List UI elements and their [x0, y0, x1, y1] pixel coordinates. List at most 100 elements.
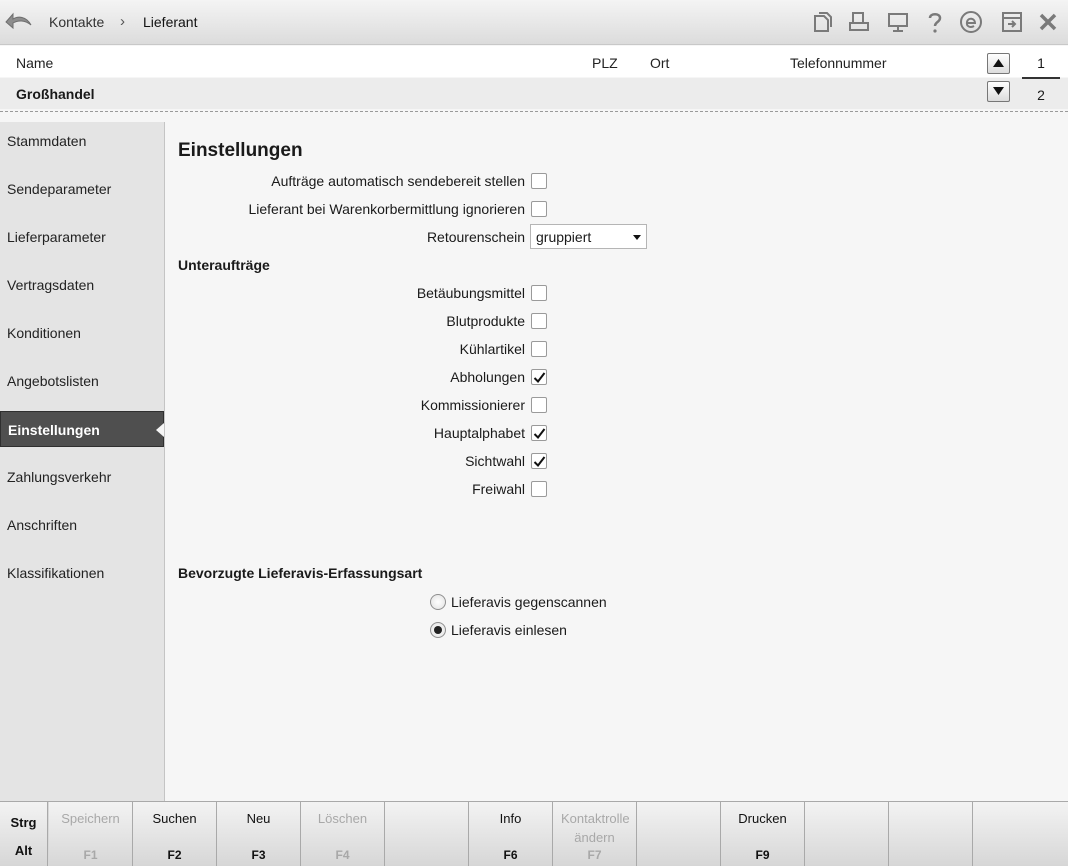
- checkbox-abholungen[interactable]: [531, 369, 547, 385]
- fkey-label: Suchen: [152, 811, 197, 826]
- label-blutprodukte: Blutprodukte: [446, 313, 525, 329]
- retourenschein-value: gruppiert: [536, 229, 592, 245]
- f11-empty-button[interactable]: [889, 802, 973, 866]
- fkey-label: Info: [499, 811, 522, 826]
- function-key-bar: Strg Alt Speichern F1 Suchen F2 Neu F3 L…: [0, 801, 1068, 866]
- label-kuehlartikel: Kühlartikel: [459, 341, 525, 357]
- main-panel: Einstellungen Aufträge automatisch sende…: [166, 122, 1068, 801]
- sidebar-item-einstellungen[interactable]: Einstellungen: [0, 411, 164, 447]
- fkey-label: Neu: [246, 811, 271, 826]
- label-freiwahl: Freiwahl: [472, 481, 525, 497]
- monitor-icon[interactable]: [886, 10, 910, 34]
- checkbox-kuehlartikel[interactable]: [531, 341, 547, 357]
- f12-empty-button[interactable]: [973, 802, 1068, 866]
- retourenschein-label: Retourenschein: [426, 229, 525, 245]
- f1-speichern-button[interactable]: Speichern F1: [49, 802, 133, 866]
- radio-label-gegenscannen: Lieferavis gegenscannen: [451, 594, 607, 610]
- window-icon[interactable]: [1000, 10, 1024, 34]
- f8-empty-button[interactable]: [637, 802, 721, 866]
- unterauftraege-heading: Unteraufträge: [178, 257, 270, 273]
- fkey-key: F6: [503, 848, 518, 862]
- help-icon[interactable]: [923, 10, 947, 34]
- f10-empty-button[interactable]: [805, 802, 889, 866]
- breadcrumb-kontakte[interactable]: Kontakte: [49, 14, 104, 30]
- sidebar-item-stammdaten[interactable]: Stammdaten: [0, 123, 164, 159]
- checkmark-icon: [533, 456, 546, 468]
- f7-kontaktrolle-button[interactable]: Kontaktrolle ändern F7: [553, 802, 637, 866]
- divider: [0, 111, 1068, 112]
- checkbox-freiwahl[interactable]: [531, 481, 547, 497]
- copy-icon[interactable]: [810, 10, 834, 34]
- label-sichtwahl: Sichtwahl: [465, 453, 525, 469]
- dropdown-arrow-icon: [633, 235, 641, 240]
- row-name: Großhandel: [16, 86, 95, 102]
- fkey-label: Speichern: [61, 811, 120, 826]
- selected-row[interactable]: Großhandel: [0, 78, 1068, 109]
- column-header-telefon[interactable]: Telefonnummer: [790, 55, 887, 71]
- sidebar-item-angebotslisten[interactable]: Angebotslisten: [0, 363, 164, 399]
- checkbox-kommissionierer[interactable]: [531, 397, 547, 413]
- f9-drucken-button[interactable]: Drucken F9: [721, 802, 805, 866]
- page-number-1[interactable]: 1: [1022, 55, 1060, 79]
- f3-neu-button[interactable]: Neu F3: [217, 802, 301, 866]
- checkbox-auto-send[interactable]: [531, 173, 547, 189]
- f4-loeschen-button[interactable]: Löschen F4: [301, 802, 385, 866]
- column-header-ort[interactable]: Ort: [650, 55, 669, 71]
- fkey-key: F9: [755, 848, 770, 862]
- modifier-top: Strg: [10, 815, 37, 830]
- scroll-up-button[interactable]: [987, 53, 1010, 74]
- sidebar-item-anschriften[interactable]: Anschriften: [0, 507, 164, 543]
- fkey-key: F4: [335, 848, 350, 862]
- f6-info-button[interactable]: Info F6: [469, 802, 553, 866]
- label-abholungen: Abholungen: [450, 369, 525, 385]
- sidebar-item-konditionen[interactable]: Konditionen: [0, 315, 164, 351]
- scroll-down-button[interactable]: [987, 81, 1010, 102]
- fkey-key: F3: [251, 848, 266, 862]
- modifier-keys[interactable]: Strg Alt: [0, 802, 48, 866]
- label-kommissionierer: Kommissionierer: [420, 397, 525, 413]
- sidebar: Stammdaten Sendeparameter Lieferparamete…: [0, 122, 165, 801]
- list-header: Name PLZ Ort Telefonnummer: [0, 46, 1068, 77]
- sidebar-item-lieferparameter[interactable]: Lieferparameter: [0, 219, 164, 255]
- radio-button-gegenscannen[interactable]: [430, 594, 446, 610]
- fkey-key: F1: [83, 848, 98, 862]
- f2-suchen-button[interactable]: Suchen F2: [133, 802, 217, 866]
- fkey-key: F7: [587, 848, 602, 862]
- triangle-down-icon: [993, 87, 1004, 95]
- column-header-name[interactable]: Name: [16, 55, 53, 71]
- radio-button-einlesen[interactable]: [430, 622, 446, 638]
- checkbox-blutprodukte[interactable]: [531, 313, 547, 329]
- checkmark-icon: [533, 428, 546, 440]
- e-icon[interactable]: [959, 10, 983, 34]
- lieferavis-heading: Bevorzugte Lieferavis-Erfassungsart: [178, 565, 423, 581]
- setting-label-auto-send: Aufträge automatisch sendebereit stellen: [271, 173, 525, 189]
- triangle-up-icon: [993, 59, 1004, 67]
- back-arrow-icon[interactable]: [4, 8, 34, 36]
- setting-label-ignore-cart: Lieferant bei Warenkorbermittlung ignori…: [248, 201, 525, 217]
- checkbox-betaeubungsmittel[interactable]: [531, 285, 547, 301]
- breadcrumb-lieferant: Lieferant: [143, 14, 198, 30]
- close-icon[interactable]: [1036, 10, 1060, 34]
- checkbox-sichtwahl[interactable]: [531, 453, 547, 469]
- print-icon[interactable]: [847, 10, 871, 34]
- sidebar-item-zahlungsverkehr[interactable]: Zahlungsverkehr: [0, 459, 164, 495]
- sidebar-item-klassifikationen[interactable]: Klassifikationen: [0, 555, 164, 591]
- retourenschein-select[interactable]: gruppiert: [530, 224, 647, 249]
- page-title: Einstellungen: [178, 140, 303, 161]
- f5-empty-button[interactable]: [385, 802, 469, 866]
- checkmark-icon: [533, 372, 546, 384]
- column-header-plz[interactable]: PLZ: [592, 55, 618, 71]
- breadcrumb-separator: ›: [120, 13, 125, 30]
- radio-label-einlesen: Lieferavis einlesen: [451, 622, 567, 638]
- sidebar-item-vertragsdaten[interactable]: Vertragsdaten: [0, 267, 164, 303]
- sidebar-item-sendeparameter[interactable]: Sendeparameter: [0, 171, 164, 207]
- label-hauptalphabet: Hauptalphabet: [433, 425, 525, 441]
- fkey-label: Löschen: [317, 811, 368, 826]
- checkbox-hauptalphabet[interactable]: [531, 425, 547, 441]
- modifier-bottom: Alt: [14, 843, 33, 858]
- title-bar: Kontakte › Lieferant: [0, 0, 1068, 45]
- fkey-label: Drucken: [738, 811, 787, 826]
- checkbox-ignore-cart[interactable]: [531, 201, 547, 217]
- label-betaeubungsmittel: Betäubungsmittel: [416, 285, 525, 301]
- page-number-2[interactable]: 2: [1022, 87, 1060, 103]
